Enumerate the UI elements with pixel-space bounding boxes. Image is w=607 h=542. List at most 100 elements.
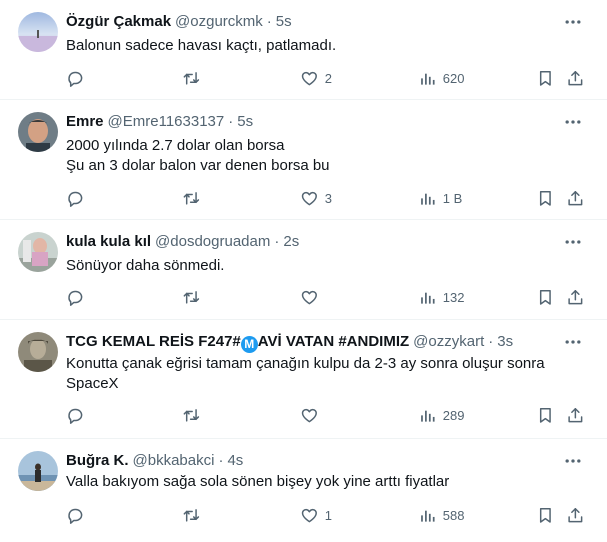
views-count: 620 xyxy=(442,70,465,86)
reply-button[interactable] xyxy=(66,505,91,525)
tweet-text-line: Valla bakıyom sağa sola sönen bişey yok … xyxy=(66,473,450,490)
tweet-text-line: Balonun sadece havası kaçtı, patlamadı. xyxy=(66,37,337,54)
retweet-button[interactable] xyxy=(182,287,207,307)
share-icon xyxy=(568,289,583,304)
reply-icon xyxy=(68,191,83,207)
retweet-button[interactable] xyxy=(182,405,207,425)
views-count: 1 B xyxy=(442,190,463,206)
bookmark-icon xyxy=(539,407,551,423)
views-button[interactable]: 620 xyxy=(418,68,464,88)
tweet-text: Valla bakıyom sağa sola sönen bişey yok … xyxy=(66,472,586,492)
tweet[interactable]: Özgür Çakmak @ozgurckmk · 5s Balonun sadece… xyxy=(0,0,607,100)
reply-icon xyxy=(68,408,83,424)
like-button[interactable]: 3 xyxy=(300,188,332,208)
avatar[interactable] xyxy=(18,232,58,272)
avatar[interactable] xyxy=(18,332,58,372)
tweet[interactable]: Emre @Emre11633137 · 5s 2000 yılında 2.7 do… xyxy=(0,100,607,220)
user-handle[interactable]: @Emre11633137 xyxy=(108,113,225,130)
heart-icon xyxy=(301,408,317,422)
display-name[interactable]: Özgür Çakmak xyxy=(66,13,171,30)
like-button[interactable] xyxy=(300,405,325,425)
display-name-part: TCG KEMAL REİS F247# xyxy=(66,333,241,350)
tweet-text-line: Sönüyor daha sönmedi. xyxy=(66,257,225,274)
views-button[interactable]: 132 xyxy=(418,287,464,307)
reply-button[interactable] xyxy=(66,287,91,307)
bookmark-button[interactable] xyxy=(536,188,555,208)
tweet[interactable]: Buğra K. @bkkabakci · 4s Valla bakıyom sağa… xyxy=(0,439,607,542)
avatar[interactable] xyxy=(18,451,58,491)
display-name[interactable]: Emre xyxy=(66,113,104,130)
tweet-header: Emre @Emre11633137 · 5s xyxy=(66,112,253,132)
display-name[interactable]: kula kula kıl xyxy=(66,233,151,250)
views-icon xyxy=(421,410,435,422)
retweet-icon xyxy=(183,71,200,85)
more-icon[interactable] xyxy=(563,112,583,132)
avatar[interactable] xyxy=(18,12,58,52)
user-handle[interactable]: @ozgurckmk xyxy=(175,13,263,30)
tweet-actions: 289 xyxy=(66,405,596,425)
tweet-text-line: SpaceX xyxy=(66,375,119,392)
tweet-text: 2000 yılında 2.7 dolar olan borsa Şu an … xyxy=(66,136,586,176)
views-button[interactable]: 1 B xyxy=(418,188,462,208)
more-icon[interactable] xyxy=(563,232,583,252)
heart-icon xyxy=(301,191,317,205)
reply-icon xyxy=(68,508,83,524)
views-button[interactable]: 289 xyxy=(418,405,464,425)
share-icon xyxy=(568,190,583,205)
bookmark-button[interactable] xyxy=(536,405,555,425)
retweet-button[interactable] xyxy=(182,68,207,88)
share-button[interactable] xyxy=(566,68,585,88)
reply-button[interactable] xyxy=(66,68,91,88)
views-button[interactable]: 588 xyxy=(418,505,464,525)
share-icon xyxy=(568,507,583,522)
more-icon[interactable] xyxy=(563,12,583,32)
display-name[interactable]: TCG KEMAL REİS F247# M AVİ VATAN #ANDIMIZ xyxy=(66,333,410,353)
reply-button[interactable] xyxy=(66,188,91,208)
tweet[interactable]: kula kula kıl @dosdogruadam · 2s Sönüyor da… xyxy=(0,220,607,320)
share-button[interactable] xyxy=(566,505,585,525)
like-count: 2 xyxy=(324,70,332,86)
views-count: 289 xyxy=(442,407,465,423)
share-button[interactable] xyxy=(566,287,585,307)
reply-button[interactable] xyxy=(66,405,91,425)
reply-icon xyxy=(68,71,83,87)
display-name-part: AVİ VATAN #ANDIMIZ xyxy=(257,333,410,350)
tweet-text-line: Şu an 3 dolar balon var denen borsa bu xyxy=(66,157,330,174)
like-count: 1 xyxy=(324,507,332,523)
user-handle[interactable]: @dosdogruadam xyxy=(155,233,270,250)
bookmark-icon xyxy=(539,190,551,206)
timestamp[interactable]: 4s xyxy=(227,452,243,469)
tweet[interactable]: TCG KEMAL REİS F247# M AVİ VATAN #ANDIMIZ @… xyxy=(0,320,607,439)
user-handle[interactable]: @bkkabakci xyxy=(133,452,215,469)
timestamp[interactable]: 3s xyxy=(497,333,513,350)
bookmark-button[interactable] xyxy=(536,287,555,307)
heart-icon xyxy=(301,290,317,304)
tweet-header: Özgür Çakmak @ozgurckmk · 5s xyxy=(66,12,292,32)
tweet-feed: Özgür Çakmak @ozgurckmk · 5s Balonun sadece… xyxy=(0,0,607,542)
display-name[interactable]: Buğra K. xyxy=(66,452,129,469)
views-icon xyxy=(421,510,435,522)
like-button[interactable]: 2 xyxy=(300,68,332,88)
user-handle[interactable]: @ozzykart xyxy=(413,333,484,350)
views-icon xyxy=(421,292,435,304)
more-icon[interactable] xyxy=(563,451,583,471)
tweet-header: TCG KEMAL REİS F247# M AVİ VATAN #ANDIMIZ @… xyxy=(66,332,513,353)
separator: · xyxy=(488,333,494,350)
avatar[interactable] xyxy=(18,112,58,152)
retweet-button[interactable] xyxy=(182,188,207,208)
timestamp[interactable]: 5s xyxy=(237,113,253,130)
more-icon[interactable] xyxy=(563,332,583,352)
like-button[interactable]: 1 xyxy=(300,505,332,525)
retweet-icon xyxy=(183,508,200,522)
timestamp[interactable]: 5s xyxy=(276,13,292,30)
share-button[interactable] xyxy=(566,188,585,208)
tweet-actions: 3 1 B xyxy=(66,188,596,208)
bookmark-button[interactable] xyxy=(536,68,555,88)
tweet-actions: 132 xyxy=(66,287,596,307)
timestamp[interactable]: 2s xyxy=(283,233,299,250)
tweet-text-line: 2000 yılında 2.7 dolar olan borsa xyxy=(66,137,285,154)
bookmark-button[interactable] xyxy=(536,505,555,525)
retweet-button[interactable] xyxy=(182,505,207,525)
share-button[interactable] xyxy=(566,405,585,425)
like-button[interactable] xyxy=(300,287,325,307)
